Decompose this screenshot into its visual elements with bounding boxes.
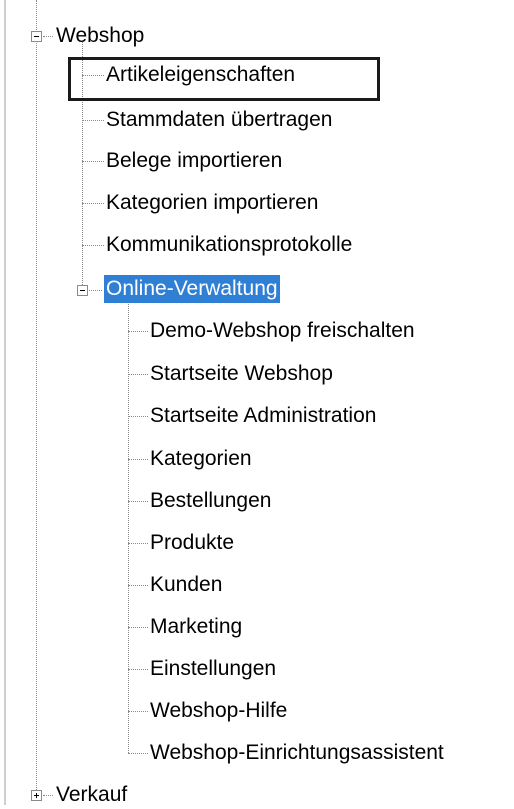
tree-connector: [128, 331, 148, 332]
tree-connector: [36, 0, 37, 790]
tree-connector: [89, 290, 102, 291]
tree-item-startseite-webshop[interactable]: Startseite Webshop: [148, 360, 335, 388]
tree-item-einstellungen[interactable]: Einstellungen: [148, 655, 278, 683]
tree-connector: [128, 501, 148, 502]
tree-item-kategorien-importieren[interactable]: Kategorien importieren: [104, 189, 320, 217]
tree-connector: [128, 416, 148, 417]
expand-verkauf-icon[interactable]: [31, 790, 42, 801]
tree-connector: [43, 795, 53, 796]
tree-item-stammdaten-uebertragen[interactable]: Stammdaten übertragen: [104, 106, 334, 134]
tree-item-webshop[interactable]: Webshop: [54, 22, 146, 50]
tree-connector: [43, 36, 53, 37]
collapse-webshop-icon[interactable]: [31, 31, 42, 42]
tree-connector: [82, 120, 104, 121]
tree-connector: [82, 203, 104, 204]
tree-view: Webshop Artikeleigenschaften Stammdaten …: [0, 0, 514, 806]
focus-rectangle: [68, 57, 380, 101]
tree-item-webshop-hilfe[interactable]: Webshop-Hilfe: [148, 697, 289, 725]
tree-item-kommunikationsprotokolle[interactable]: Kommunikationsprotokolle: [104, 231, 354, 259]
tree-item-marketing[interactable]: Marketing: [148, 613, 244, 641]
tree-item-webshop-einrichtungsassistent[interactable]: Webshop-Einrichtungsassistent: [148, 739, 446, 767]
tree-item-online-verwaltung[interactable]: Online-Verwaltung: [104, 275, 280, 303]
tree-connector: [128, 304, 129, 753]
tree-connector: [128, 669, 148, 670]
tree-connector: [128, 374, 148, 375]
tree-left-border: [4, 0, 6, 805]
tree-item-produkte[interactable]: Produkte: [148, 529, 236, 557]
tree-connector: [128, 627, 148, 628]
tree-item-bestellungen[interactable]: Bestellungen: [148, 487, 273, 515]
tree-item-demo-webshop-freischalten[interactable]: Demo-Webshop freischalten: [148, 317, 417, 345]
tree-connector: [128, 459, 148, 460]
tree-connector: [128, 585, 148, 586]
collapse-online-verwaltung-icon[interactable]: [77, 285, 88, 296]
tree-connector: [128, 711, 148, 712]
tree-item-kategorien[interactable]: Kategorien: [148, 445, 254, 473]
tree-connector: [128, 543, 148, 544]
tree-item-startseite-administration[interactable]: Startseite Administration: [148, 402, 378, 430]
tree-connector: [128, 753, 148, 754]
tree-connector: [82, 161, 104, 162]
tree-item-kunden[interactable]: Kunden: [148, 571, 224, 599]
tree-item-belege-importieren[interactable]: Belege importieren: [104, 147, 284, 175]
tree-connector: [82, 245, 104, 246]
